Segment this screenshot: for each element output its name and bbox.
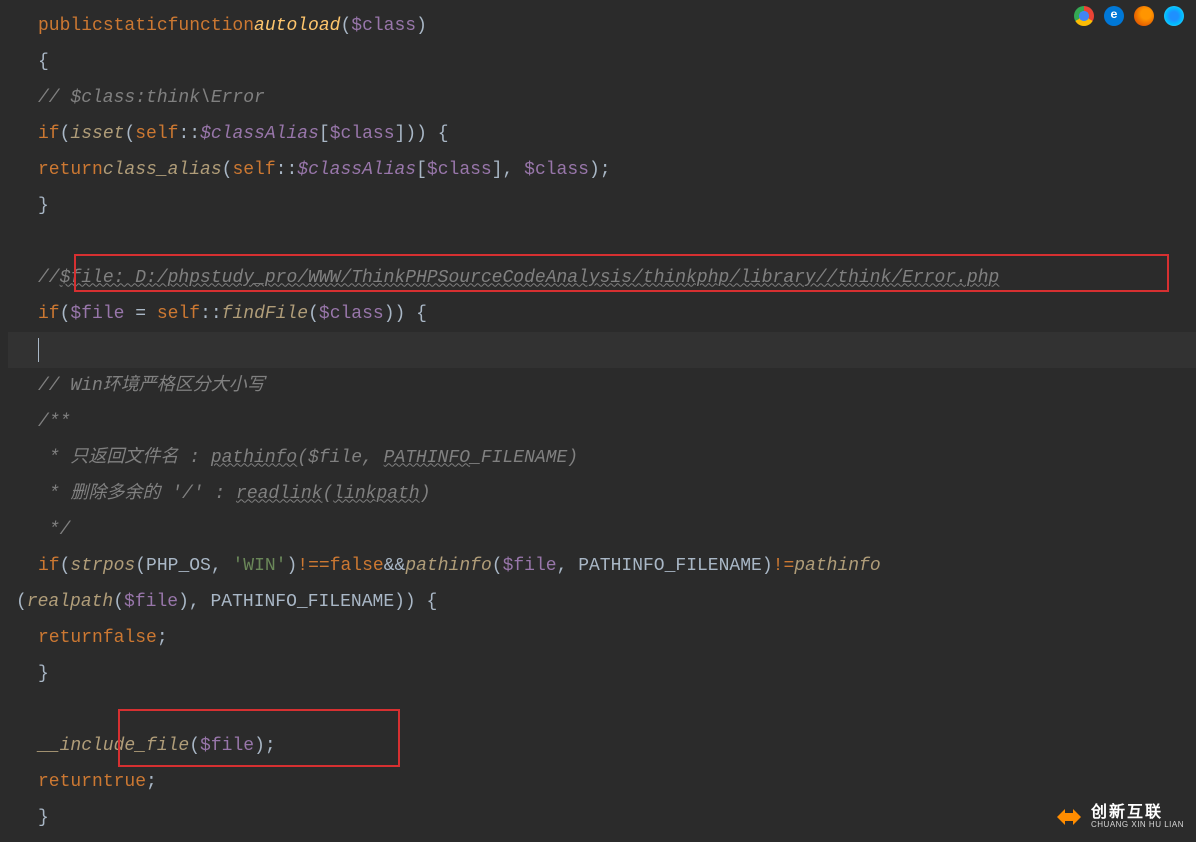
watermark-en: CHUANG XIN HU LIAN bbox=[1091, 821, 1184, 829]
code-line: } bbox=[8, 656, 1196, 692]
watermark-text: 创新互联 CHUANG XIN HU LIAN bbox=[1091, 805, 1184, 829]
chrome-icon[interactable] bbox=[1074, 6, 1094, 26]
code-line: if (strpos(PHP_OS, 'WIN') !== false && p… bbox=[8, 548, 1196, 584]
code-line: } bbox=[8, 800, 1196, 836]
safari-icon[interactable] bbox=[1164, 6, 1184, 26]
firefox-icon[interactable] bbox=[1134, 6, 1154, 26]
code-line: if (isset(self::$classAlias[$class])) { bbox=[8, 116, 1196, 152]
code-line: return true; bbox=[8, 764, 1196, 800]
watermark-logo-icon bbox=[1053, 801, 1085, 833]
code-line: //$file: D:/phpstudy_pro/WWW/ThinkPHPSou… bbox=[8, 260, 1196, 296]
code-line bbox=[8, 692, 1196, 728]
code-line: * 只返回文件名 : pathinfo($file, PATHINFO_FILE… bbox=[8, 440, 1196, 476]
browser-icons-tray: e bbox=[1074, 6, 1184, 26]
code-line: // $class:think\Error bbox=[8, 80, 1196, 116]
code-line: * 删除多余的 '/' : readlink(linkpath) bbox=[8, 476, 1196, 512]
code-line: __include_file($file); bbox=[8, 728, 1196, 764]
code-line: if ($file = self::findFile($class)) { bbox=[8, 296, 1196, 332]
code-line bbox=[8, 224, 1196, 260]
code-line: /** bbox=[8, 404, 1196, 440]
code-line: (realpath($file), PATHINFO_FILENAME)) { bbox=[8, 584, 1196, 620]
code-line: */ bbox=[8, 512, 1196, 548]
code-line: return false; bbox=[8, 620, 1196, 656]
code-line: } bbox=[8, 188, 1196, 224]
code-line: return class_alias(self::$classAlias[$cl… bbox=[8, 152, 1196, 188]
watermark: 创新互联 CHUANG XIN HU LIAN bbox=[1053, 801, 1184, 833]
code-line-active bbox=[8, 332, 1196, 368]
edge-icon[interactable]: e bbox=[1104, 6, 1124, 26]
code-line: public static function autoload($class) bbox=[8, 8, 1196, 44]
text-cursor bbox=[38, 338, 39, 362]
code-editor[interactable]: public static function autoload($class) … bbox=[0, 0, 1196, 836]
watermark-cn: 创新互联 bbox=[1091, 805, 1184, 821]
code-line: { bbox=[8, 44, 1196, 80]
code-line: // Win环境严格区分大小写 bbox=[8, 368, 1196, 404]
